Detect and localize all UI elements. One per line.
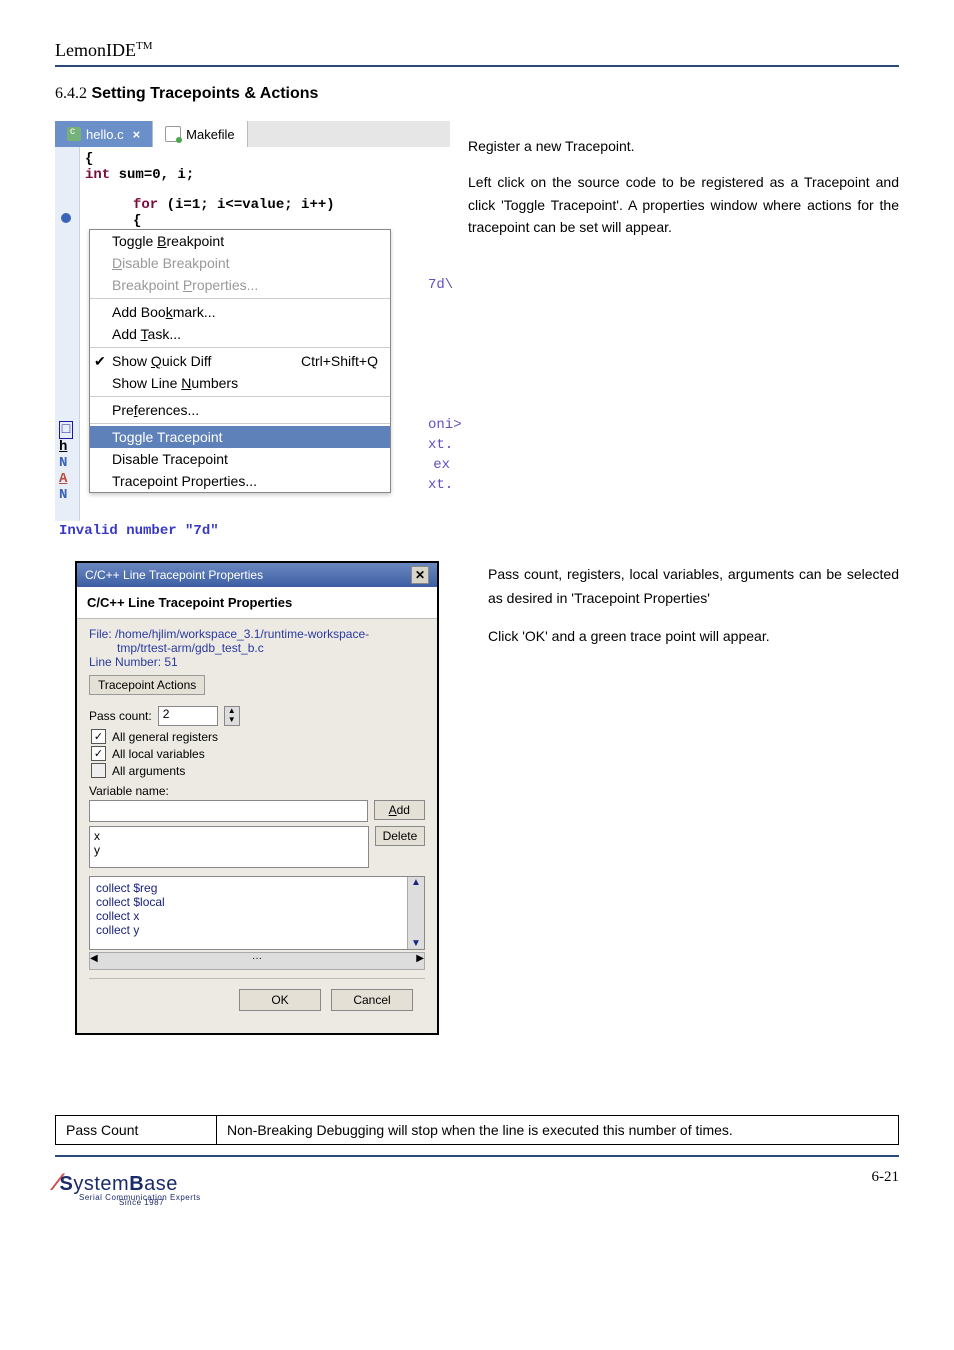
variable-list[interactable]: x y	[89, 826, 369, 868]
ctx-show-quick-diff[interactable]: ✔ Show Quick Diff Ctrl+Shift+Q	[90, 350, 390, 372]
variable-name-label: Variable name:	[89, 784, 425, 798]
cb-all-local-vars[interactable]: ✓All local variables	[91, 746, 425, 761]
table-row: Pass Count Non-Breaking Debugging will s…	[56, 1116, 899, 1145]
cb-all-registers[interactable]: ✓All general registers	[91, 729, 425, 744]
collect-list[interactable]: collect $reg collect $local collect x co…	[89, 876, 425, 950]
right-text-strip: 7d\ oni> xt. ex xt.	[428, 147, 450, 521]
editor-tab-bar: hello.c × Makefile	[55, 121, 450, 147]
delete-button[interactable]: Delete	[375, 826, 425, 846]
instr-click-ok: Click 'OK' and a green trace point will …	[488, 625, 899, 649]
tracepoint-properties-dialog: C/C++ Line Tracepoint Properties ✕ C/C++…	[75, 561, 439, 1035]
footer-rule	[55, 1155, 899, 1157]
dialog-file-line: File: /home/hjlim/workspace_3.1/runtime-…	[89, 627, 425, 655]
variable-name-input[interactable]	[89, 800, 368, 822]
pass-count-label: Pass count:	[89, 709, 152, 723]
close-icon[interactable]: ×	[133, 127, 141, 142]
breakpoint-dot[interactable]	[61, 213, 71, 223]
context-menu: Toggle Breakpoint Disable Breakpoint Bre…	[89, 229, 391, 493]
param-table: Pass Count Non-Breaking Debugging will s…	[55, 1115, 899, 1145]
makefile-icon	[165, 126, 181, 142]
ctx-disable-breakpoint: Disable Breakpoint	[90, 252, 390, 274]
param-name: Pass Count	[56, 1116, 217, 1145]
dialog-header: C/C++ Line Tracepoint Properties	[77, 587, 437, 619]
dialog-titlebar: C/C++ Line Tracepoint Properties ✕	[77, 563, 437, 587]
ok-button[interactable]: OK	[239, 989, 321, 1011]
param-desc: Non-Breaking Debugging will stop when th…	[217, 1116, 899, 1145]
ctx-disable-tracepoint[interactable]: Disable Tracepoint	[90, 448, 390, 470]
cb-all-arguments[interactable]: All arguments	[91, 763, 425, 778]
cancel-button[interactable]: Cancel	[331, 989, 413, 1011]
tracepoint-actions-tab[interactable]: Tracepoint Actions	[89, 675, 205, 695]
check-icon: ✔	[94, 353, 106, 370]
left-markers: □ h N A N	[59, 421, 73, 503]
dialog-line-number: Line Number: 51	[89, 655, 425, 669]
c-file-icon	[67, 127, 81, 141]
tab-hello-c[interactable]: hello.c ×	[55, 121, 153, 147]
title-rule	[55, 65, 899, 67]
instr-register: Register a new Tracepoint.	[468, 135, 899, 157]
doc-title: LemonIDETM	[55, 40, 899, 65]
instr-pass-count: Pass count, registers, local variables, …	[488, 563, 899, 611]
instr-register-detail: Left click on the source code to be regi…	[468, 171, 899, 238]
ctx-breakpoint-properties: Breakpoint Properties...	[90, 274, 390, 296]
close-icon[interactable]: ✕	[411, 566, 429, 584]
invalid-number-text: Invalid number "7d"	[55, 523, 450, 539]
scrollbar-horizontal[interactable]: ◀···▶	[89, 952, 425, 970]
ctx-toggle-tracepoint[interactable]: Toggle Tracepoint	[90, 426, 390, 448]
ctx-add-bookmark[interactable]: Add Bookmark...	[90, 301, 390, 323]
add-button[interactable]: Add	[374, 800, 425, 820]
editor-screenshot: hello.c × Makefile { int sum=0, i; for (…	[55, 121, 450, 521]
editor-code: { int sum=0, i; for (i=1; i<=value; i++)…	[79, 147, 428, 233]
ctx-show-line-numbers[interactable]: Show Line Numbers	[90, 372, 390, 394]
scrollbar-vertical[interactable]: ▲▼	[407, 877, 424, 949]
pass-count-stepper[interactable]: ▲▼	[224, 706, 240, 726]
pass-count-input[interactable]: 2	[158, 706, 218, 726]
ctx-preferences[interactable]: Preferences...	[90, 399, 390, 421]
section-heading: 6.4.2 Setting Tracepoints & Actions	[55, 85, 899, 103]
ctx-tracepoint-properties[interactable]: Tracepoint Properties...	[90, 470, 390, 492]
ctx-add-task[interactable]: Add Task...	[90, 323, 390, 345]
page-number: 6-21	[872, 1169, 900, 1186]
tab-makefile[interactable]: Makefile	[153, 121, 247, 147]
ctx-toggle-breakpoint[interactable]: Toggle Breakpoint	[90, 230, 390, 252]
systembase-logo: ⁄SystemBase Serial Communication Experts…	[55, 1169, 201, 1207]
